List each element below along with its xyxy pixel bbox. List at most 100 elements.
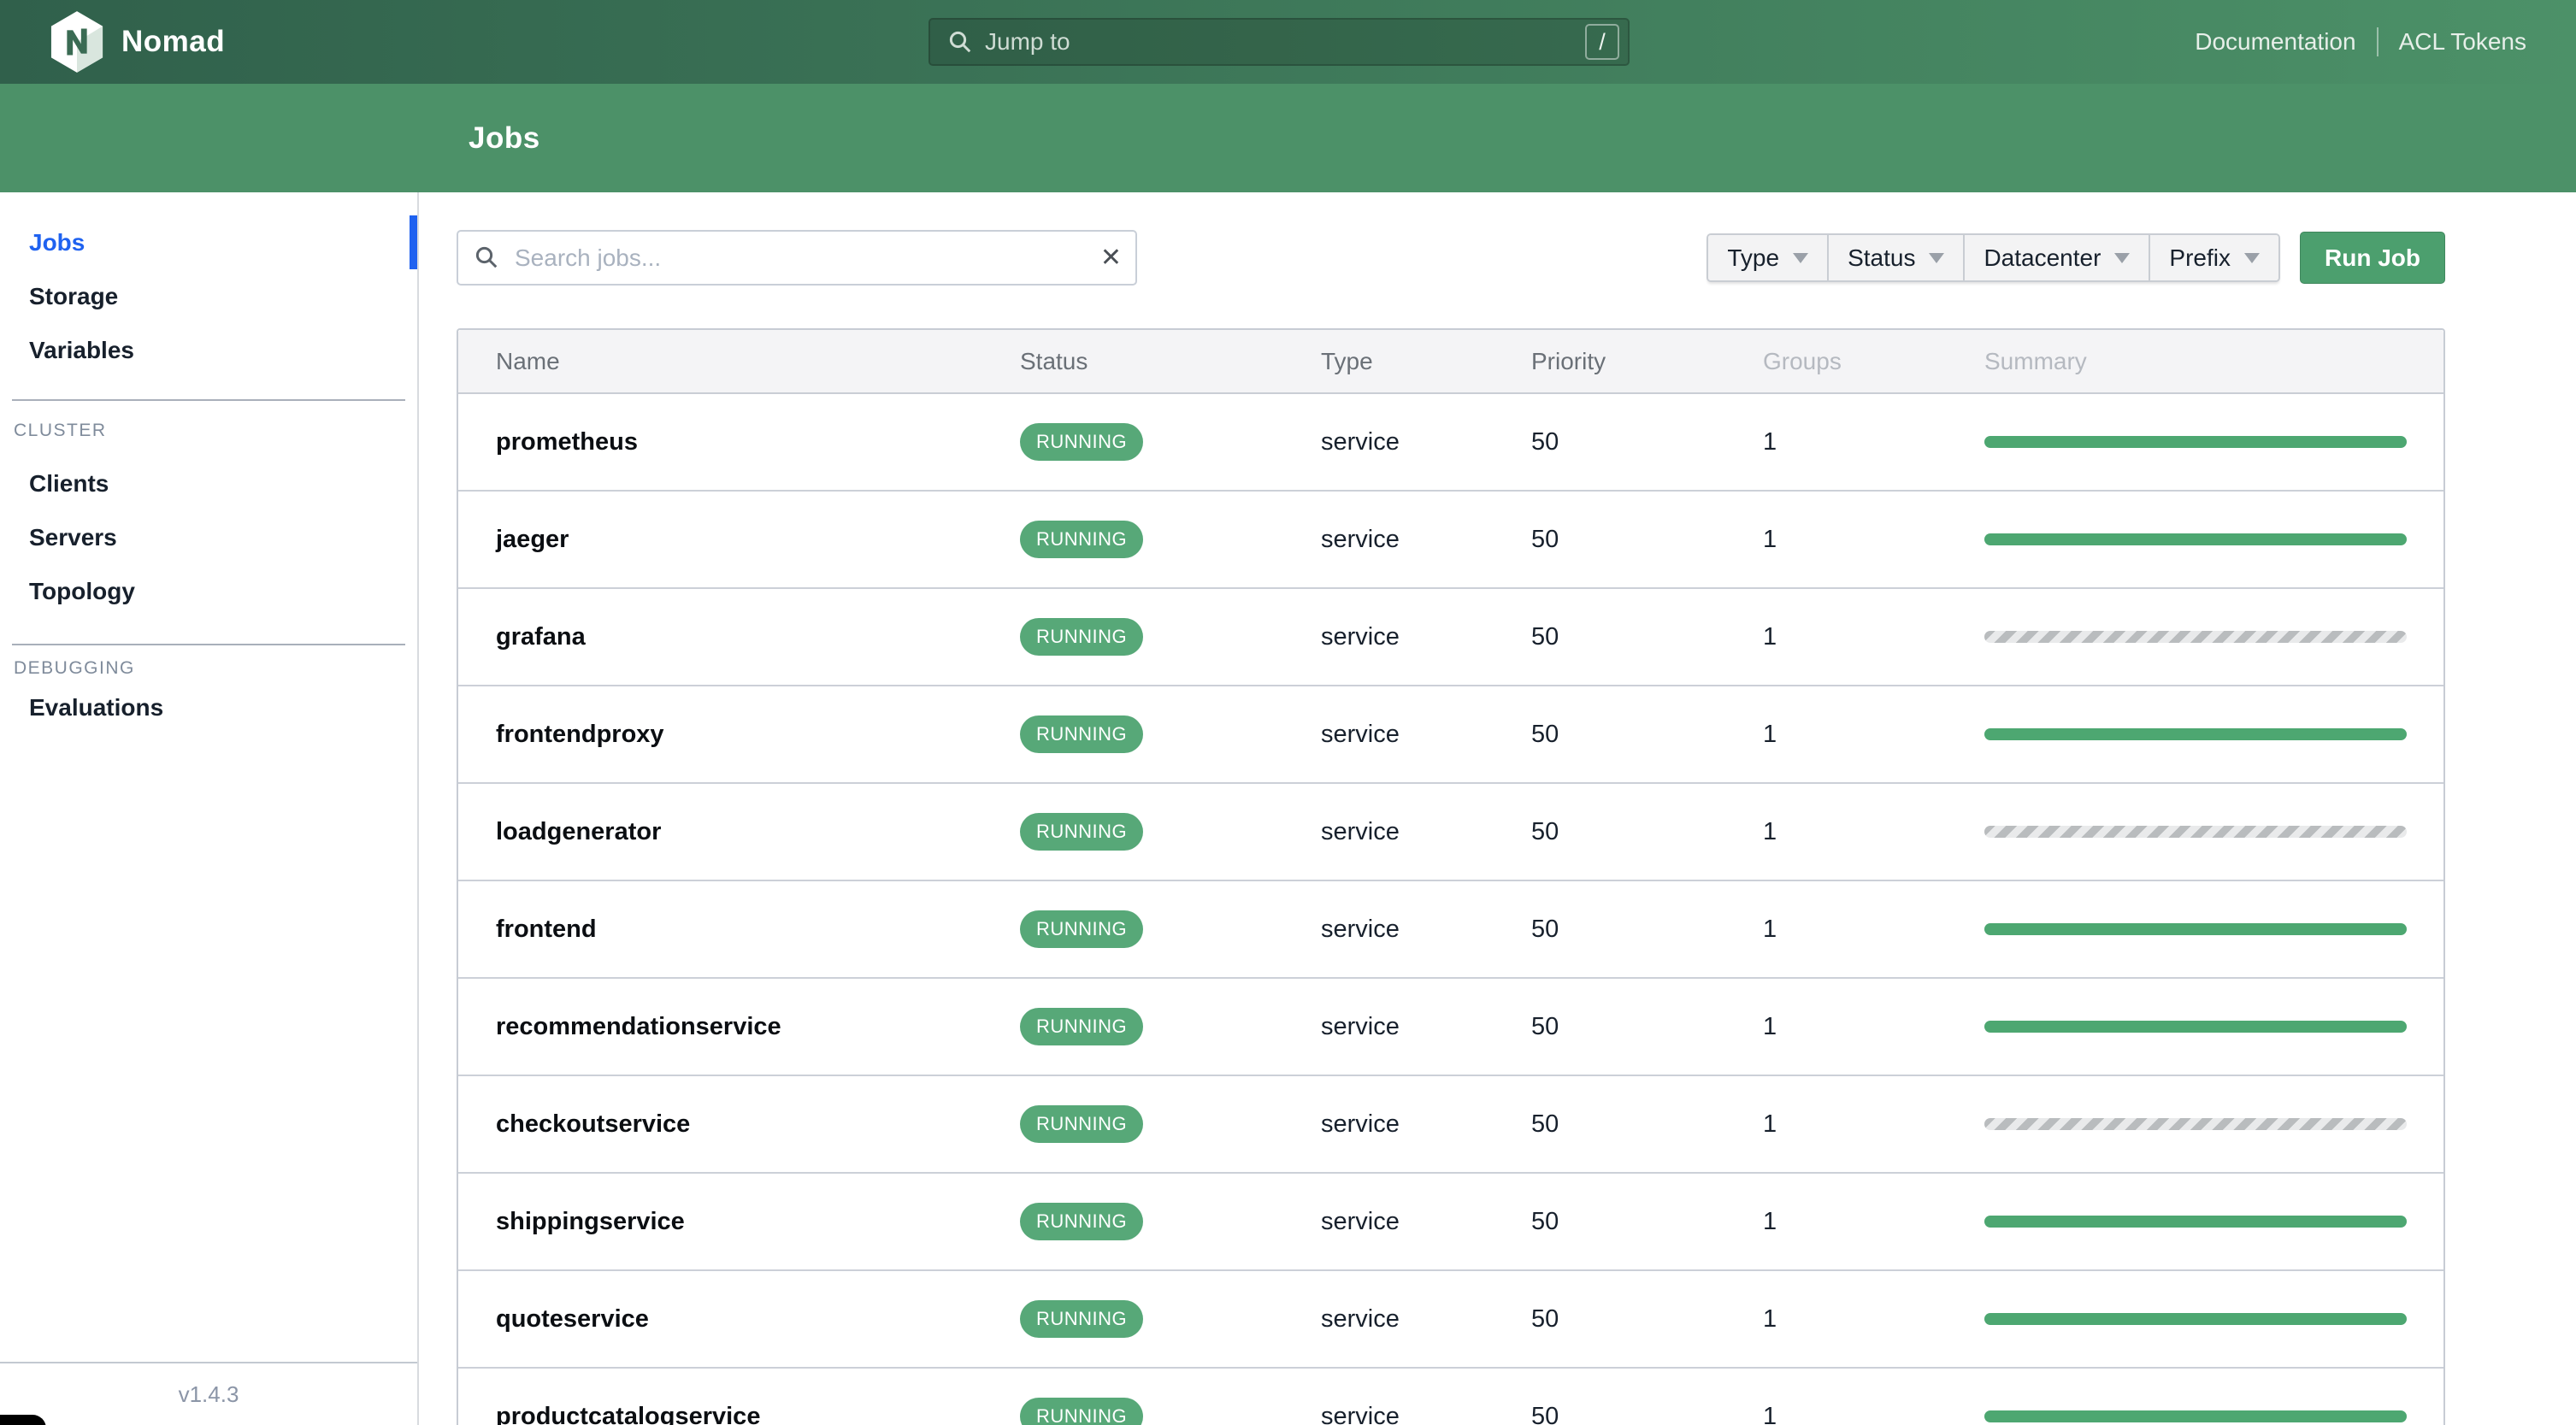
job-name-link[interactable]: grafana: [458, 623, 1020, 651]
main-content: ✕ Type Status Datacenter Prefix: [419, 192, 2576, 1425]
job-name-link[interactable]: checkoutservice: [458, 1110, 1020, 1139]
sidebar-divider: [12, 399, 405, 401]
summary-bar: [1984, 1313, 2407, 1325]
column-header-type: Type: [1321, 347, 1373, 374]
job-groups: 1: [1763, 817, 1777, 845]
job-priority: 50: [1531, 1110, 1559, 1138]
summary-bar: [1984, 631, 2407, 643]
documentation-link[interactable]: Documentation: [2195, 28, 2355, 56]
summary-bar: [1984, 436, 2407, 448]
job-type: service: [1321, 915, 1400, 943]
column-header-status: Status: [1020, 347, 1088, 374]
job-type: service: [1321, 1110, 1400, 1138]
job-priority: 50: [1531, 1207, 1559, 1235]
summary-bar: [1984, 1410, 2407, 1422]
filter-group: Type Status Datacenter Prefix: [1707, 233, 2280, 282]
job-type: service: [1321, 817, 1400, 845]
status-badge: RUNNING: [1020, 1105, 1144, 1143]
job-type: service: [1321, 1012, 1400, 1040]
job-groups: 1: [1763, 915, 1777, 943]
job-type: service: [1321, 720, 1400, 748]
sidebar-item-jobs[interactable]: Jobs: [0, 215, 417, 269]
job-name-link[interactable]: frontendproxy: [458, 721, 1020, 749]
job-name-link[interactable]: quoteservice: [458, 1305, 1020, 1334]
clear-search-icon[interactable]: ✕: [1100, 230, 1122, 286]
jump-to-search[interactable]: Jump to /: [928, 18, 1630, 66]
job-priority: 50: [1531, 1402, 1559, 1425]
job-name-link[interactable]: shippingservice: [458, 1208, 1020, 1236]
job-name-link[interactable]: prometheus: [458, 428, 1020, 456]
status-badge: RUNNING: [1020, 910, 1144, 948]
table-row[interactable]: jaeger RUNNING service 50 1: [458, 492, 2443, 589]
sidebar-item-clients[interactable]: Clients: [0, 456, 417, 510]
status-filter-dropdown[interactable]: Status: [1829, 235, 1966, 280]
column-header-name: Name: [496, 347, 560, 374]
sidebar-item-storage[interactable]: Storage: [0, 269, 417, 323]
chevron-down-icon: [2114, 252, 2131, 263]
sidebar-section-debugging: DEBUGGING: [14, 658, 135, 678]
acl-tokens-link[interactable]: ACL Tokens: [2399, 28, 2526, 56]
job-name-link[interactable]: loadgenerator: [458, 818, 1020, 846]
table-row[interactable]: shippingservice RUNNING service 50 1: [458, 1174, 2443, 1271]
page-header: Jobs: [0, 84, 2576, 192]
table-row[interactable]: prometheus RUNNING service 50 1: [458, 394, 2443, 492]
column-header-groups: Groups: [1763, 347, 1842, 374]
sidebar-item-topology[interactable]: Topology: [0, 564, 417, 618]
datacenter-filter-dropdown[interactable]: Datacenter: [1965, 235, 2151, 280]
summary-bar: [1984, 923, 2407, 935]
run-job-button[interactable]: Run Job: [2300, 232, 2445, 284]
summary-bar: [1984, 533, 2407, 545]
sidebar-item-evaluations[interactable]: Evaluations: [0, 680, 417, 734]
table-row[interactable]: loadgenerator RUNNING service 50 1: [458, 784, 2443, 881]
job-priority: 50: [1531, 622, 1559, 651]
search-icon: [947, 29, 973, 55]
status-badge: RUNNING: [1020, 1008, 1144, 1045]
job-priority: 50: [1531, 1304, 1559, 1333]
table-row[interactable]: frontend RUNNING service 50 1: [458, 881, 2443, 979]
status-badge: RUNNING: [1020, 521, 1144, 558]
nomad-logo-icon: [50, 11, 104, 73]
job-name-link[interactable]: frontend: [458, 916, 1020, 944]
sidebar-divider: [12, 644, 405, 645]
job-name-link[interactable]: recommendationservice: [458, 1013, 1020, 1041]
summary-bar: [1984, 1021, 2407, 1033]
status-badge: RUNNING: [1020, 715, 1144, 753]
job-name-link[interactable]: jaeger: [458, 526, 1020, 554]
nomad-brand[interactable]: Nomad: [50, 11, 836, 73]
job-priority: 50: [1531, 1012, 1559, 1040]
version-label: v1.4.3: [178, 1381, 239, 1407]
type-filter-dropdown[interactable]: Type: [1708, 235, 1830, 280]
summary-bar: [1984, 1118, 2407, 1130]
job-groups: 1: [1763, 1304, 1777, 1333]
summary-bar: [1984, 728, 2407, 740]
table-row[interactable]: quoteservice RUNNING service 50 1: [458, 1271, 2443, 1369]
job-groups: 1: [1763, 622, 1777, 651]
sidebar-item-variables[interactable]: Variables: [0, 323, 417, 377]
job-type: service: [1321, 1207, 1400, 1235]
column-header-summary: Summary: [1984, 347, 2087, 374]
table-row[interactable]: productcatalogservice RUNNING service 50…: [458, 1369, 2443, 1425]
job-groups: 1: [1763, 1110, 1777, 1138]
chevron-down-icon: [2244, 252, 2260, 263]
job-name-link[interactable]: productcatalogservice: [458, 1403, 1020, 1425]
prefix-filter-dropdown[interactable]: Prefix: [2150, 235, 2278, 280]
search-jobs-input[interactable]: [457, 230, 1137, 286]
jobs-table: Name Status Type Priority Groups Summary…: [457, 328, 2445, 1425]
sidebar-item-servers[interactable]: Servers: [0, 510, 417, 564]
table-row[interactable]: recommendationservice RUNNING service 50…: [458, 979, 2443, 1076]
summary-bar: [1984, 826, 2407, 838]
sidebar: Jobs Storage Variables CLUSTER Clients S…: [0, 192, 419, 1425]
job-priority: 50: [1531, 427, 1559, 456]
job-groups: 1: [1763, 1012, 1777, 1040]
job-type: service: [1321, 525, 1400, 553]
jobs-table-body: prometheus RUNNING service 50 1 jaeger R…: [458, 394, 2443, 1425]
job-type: service: [1321, 427, 1400, 456]
status-badge: RUNNING: [1020, 1203, 1144, 1240]
sidebar-section-cluster: CLUSTER: [14, 421, 107, 440]
table-row[interactable]: checkoutservice RUNNING service 50 1: [458, 1076, 2443, 1174]
links-divider: [2376, 27, 2379, 56]
table-row[interactable]: grafana RUNNING service 50 1: [458, 589, 2443, 686]
table-row[interactable]: frontendproxy RUNNING service 50 1: [458, 686, 2443, 784]
jobs-table-header: Name Status Type Priority Groups Summary: [458, 330, 2443, 394]
corner-artifact: [0, 1415, 46, 1425]
